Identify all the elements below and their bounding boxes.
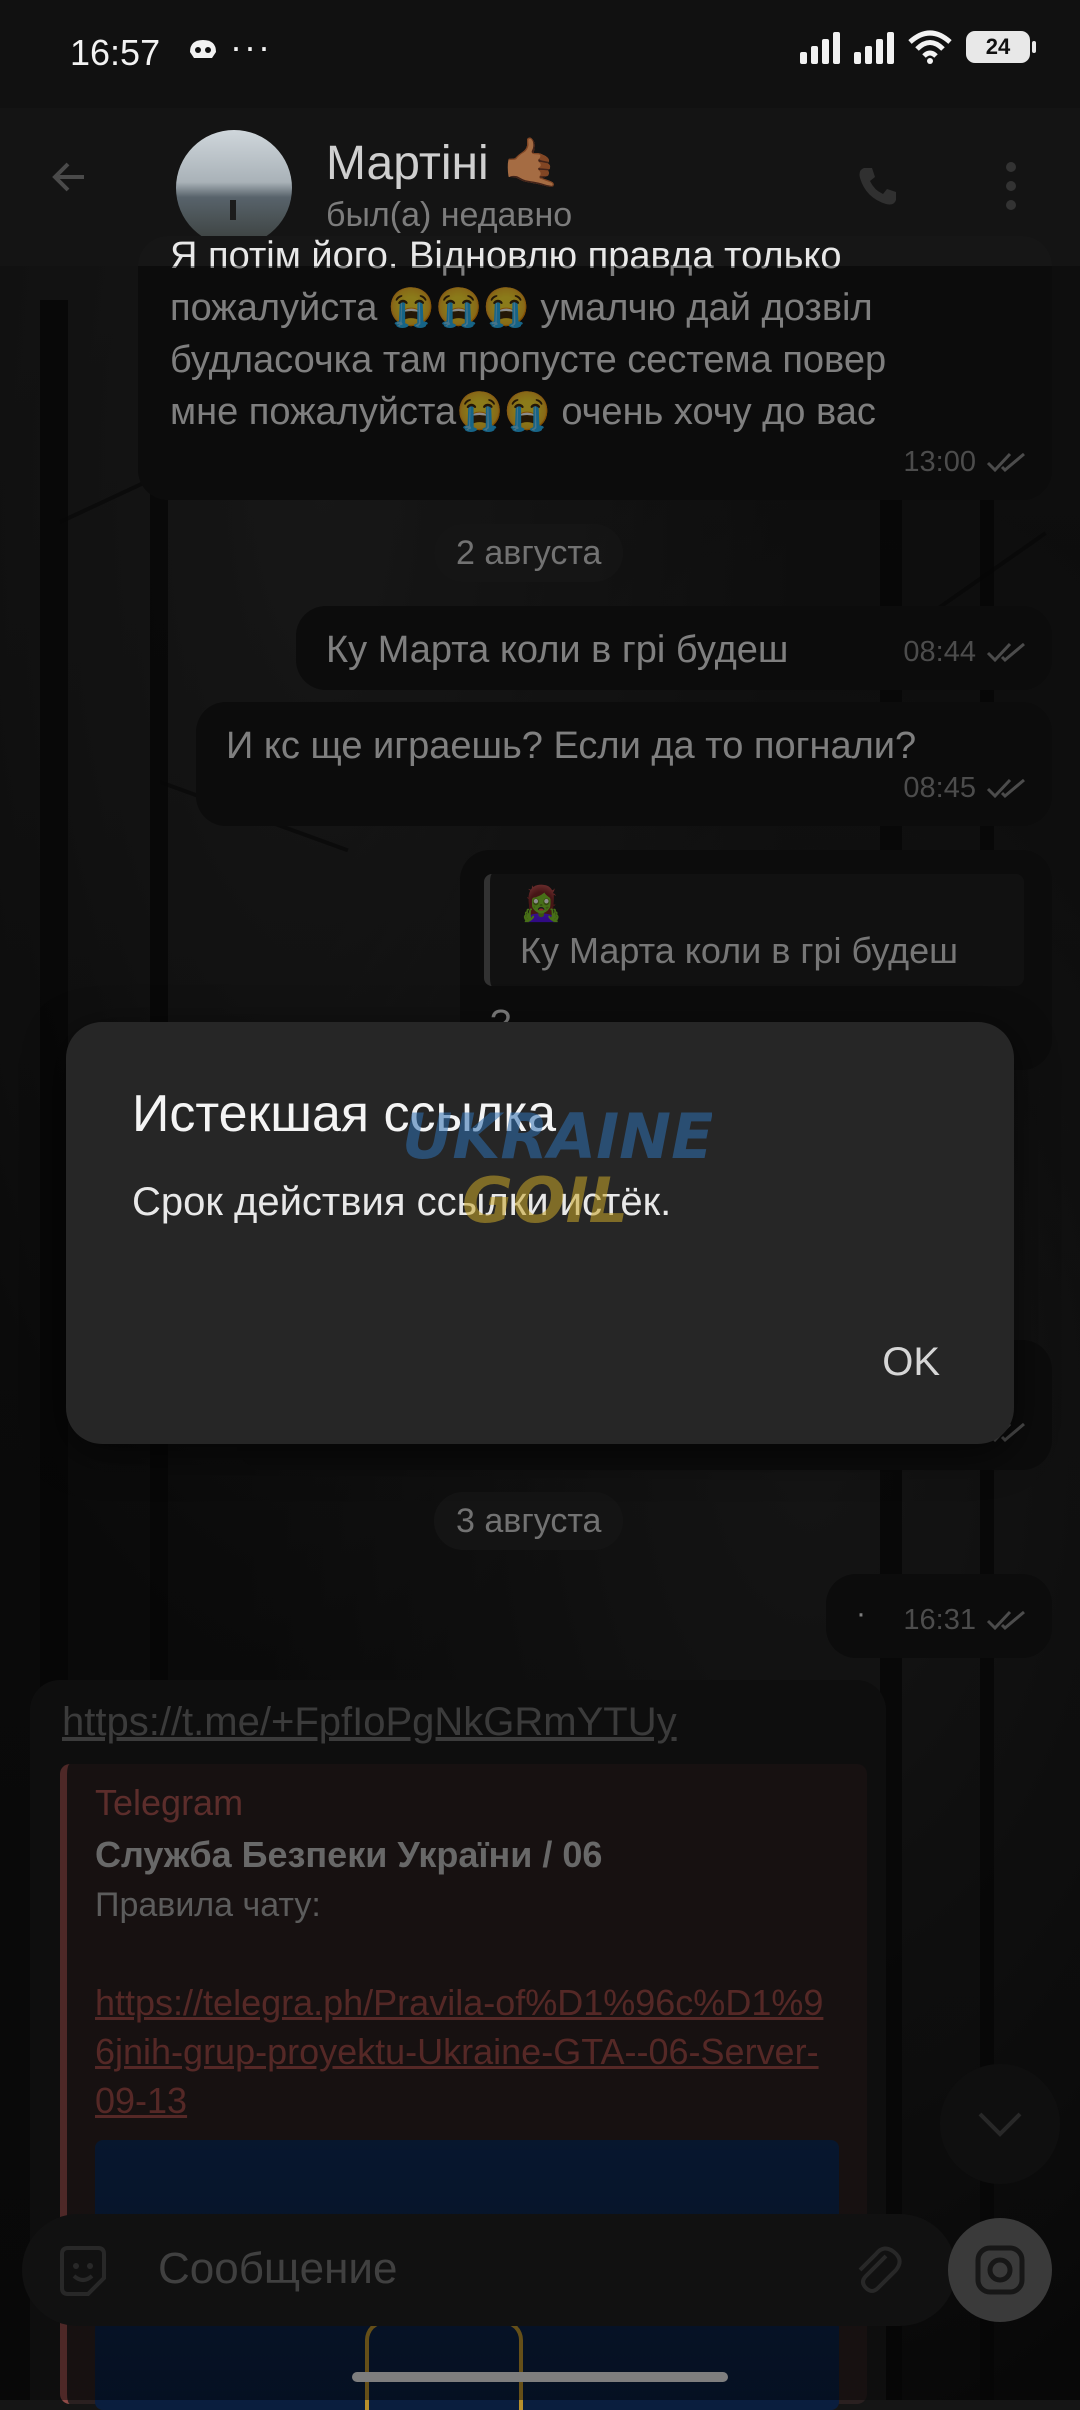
battery-icon: 24 — [966, 31, 1036, 63]
expired-link-dialog: Истекшая ссылка Срок действия ссылки ист… — [66, 1022, 1014, 1444]
signal-icon-2 — [854, 30, 894, 64]
status-bar: 16:57 ··· 24 — [0, 0, 1080, 108]
phone-icon[interactable] — [856, 164, 900, 208]
ok-button[interactable]: OK — [882, 1340, 940, 1385]
wifi-icon — [908, 30, 952, 64]
contact-name[interactable]: Мартіні 🤙🏾 — [326, 134, 562, 191]
more-notifications-icon: ··· — [230, 26, 272, 67]
more-vertical-icon[interactable] — [1004, 160, 1018, 212]
signal-icon — [800, 30, 840, 64]
watermark-line-1: UKRAINE — [402, 1100, 712, 1173]
notification-icon — [186, 34, 220, 72]
watermark-logo: UKRAINE GOIL — [402, 1100, 712, 1234]
watermark-line-2: GOIL — [462, 1164, 628, 1234]
contact-avatar[interactable] — [176, 130, 292, 246]
back-arrow-icon[interactable] — [52, 160, 86, 194]
status-time: 16:57 — [70, 32, 161, 73]
